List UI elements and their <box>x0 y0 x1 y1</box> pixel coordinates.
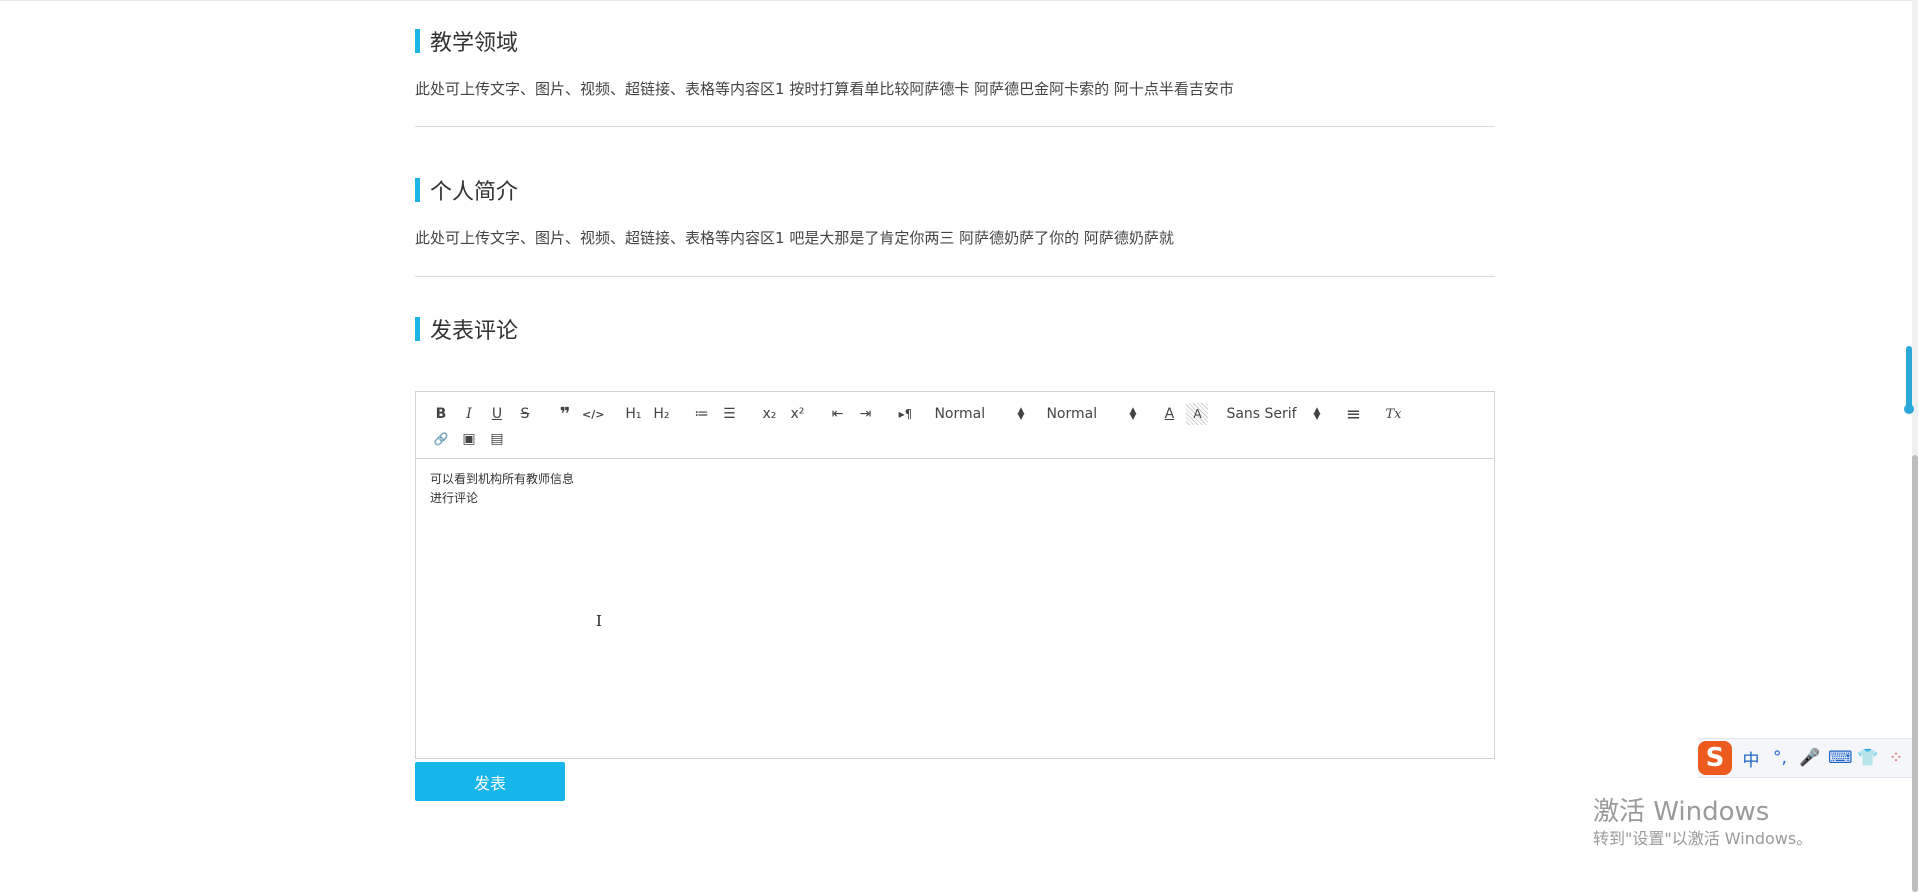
header-select-value: Normal <box>1046 406 1098 422</box>
select-arrows-icon: ▲ ▼ <box>1313 406 1321 422</box>
keyboard-icon[interactable]: ⌨ <box>1828 748 1853 768</box>
top-border <box>0 0 1918 1</box>
heading-accent-bar <box>415 29 420 53</box>
rich-text-editor: B I U S ❞ </> H₁ H₂ ≔ ☰ x₂ x² ⇤ ⇥ ▸¶ Nor… <box>415 391 1495 759</box>
section-body-profile: 此处可上传文字、图片、视频、超链接、表格等内容区1 吧是大那是了肯定你两三 阿萨… <box>415 229 1174 247</box>
section-heading: 教学领域 <box>415 28 1495 56</box>
subscript-button[interactable]: x₂ <box>758 403 780 425</box>
heading-accent-bar <box>415 178 420 202</box>
blockquote-button[interactable]: ❞ <box>554 403 576 425</box>
toolbar-row-2: 🔗 ▣ ▤ <box>430 428 514 450</box>
text-direction-button[interactable]: ▸¶ <box>894 403 916 425</box>
section-body-teaching-area: 此处可上传文字、图片、视频、超链接、表格等内容区1 按时打算看单比较阿萨德卡 阿… <box>415 80 1234 98</box>
scroll-position-indicator <box>1904 346 1914 414</box>
skin-shirt-icon[interactable]: 👕 <box>1857 748 1878 768</box>
text-cursor-icon: I <box>596 612 602 630</box>
font-color-button[interactable]: A <box>1158 403 1180 425</box>
scrollbar-thumb[interactable] <box>1912 455 1918 892</box>
header-select[interactable]: Normal ▲ ▼ <box>1046 403 1136 425</box>
ordered-list-button[interactable]: ≔ <box>690 403 712 425</box>
select-arrows-icon: ▲ ▼ <box>1129 406 1137 422</box>
sogou-logo-icon[interactable]: S <box>1698 741 1732 775</box>
profile-section: 个人简介 此处可上传文字、图片、视频、超链接、表格等内容区1 吧是大那是了肯定你… <box>415 177 1495 248</box>
editor-toolbar: B I U S ❞ </> H₁ H₂ ≔ ☰ x₂ x² ⇤ ⇥ ▸¶ Nor… <box>416 392 1494 459</box>
indent-button[interactable]: ⇥ <box>854 403 876 425</box>
editor-line: 进行评论 <box>430 491 479 505</box>
heading-accent-bar <box>415 317 420 341</box>
section-divider <box>415 276 1495 277</box>
ime-toolbar: S 中 °, 🎤 ⌨ 👕 ⁘ <box>1698 738 1918 778</box>
page: 教学领域 此处可上传文字、图片、视频、超链接、表格等内容区1 按时打算看单比较阿… <box>0 0 1918 892</box>
video-button[interactable]: ▤ <box>486 428 508 450</box>
teaching-area-section: 教学领域 此处可上传文字、图片、视频、超链接、表格等内容区1 按时打算看单比较阿… <box>415 28 1495 99</box>
strike-button[interactable]: S <box>514 403 536 425</box>
watermark-subtitle: 转到"设置"以激活 Windows。 <box>1593 829 1813 848</box>
section-divider <box>415 126 1495 127</box>
header-2-button[interactable]: H₂ <box>650 403 672 425</box>
select-arrows-icon: ▲ ▼ <box>1017 406 1025 422</box>
font-select[interactable]: Sans Serif ▲ ▼ <box>1226 403 1320 425</box>
section-title-comment: 发表评论 <box>430 319 519 344</box>
bullet-list-button[interactable]: ☰ <box>718 403 740 425</box>
size-select[interactable]: Normal ▲ ▼ <box>934 403 1024 425</box>
code-block-button[interactable]: </> <box>582 403 604 425</box>
submit-comment-button[interactable]: 发表 <box>415 762 565 801</box>
size-select-value: Normal <box>934 406 986 422</box>
activate-windows-watermark: 激活 Windows 转到"设置"以激活 Windows。 <box>1593 796 1812 850</box>
superscript-button[interactable]: x² <box>786 403 808 425</box>
header-1-button[interactable]: H₁ <box>622 403 644 425</box>
section-title-teaching-area: 教学领域 <box>430 31 519 56</box>
watermark-title: 激活 Windows <box>1593 797 1770 827</box>
microphone-icon[interactable]: 🎤 <box>1799 748 1820 768</box>
underline-button[interactable]: U <box>486 403 508 425</box>
ime-mode-toggle[interactable]: 中 <box>1741 746 1761 771</box>
editor-content-area[interactable]: 可以看到机构所有教师信息 进行评论 <box>416 459 1494 519</box>
image-button[interactable]: ▣ <box>458 428 480 450</box>
clean-format-button[interactable]: Tx <box>1382 403 1404 425</box>
tools-grid-icon[interactable]: ⁘ <box>1886 748 1906 768</box>
align-button[interactable]: ≡ <box>1342 403 1364 425</box>
italic-button[interactable]: I <box>458 403 480 425</box>
section-title-profile: 个人简介 <box>430 180 519 205</box>
bold-button[interactable]: B <box>430 403 452 425</box>
section-heading: 个人简介 <box>415 177 1495 205</box>
toolbar-row-1: B I U S ❞ </> H₁ H₂ ≔ ☰ x₂ x² ⇤ ⇥ ▸¶ Nor… <box>430 403 1410 425</box>
editor-line: 可以看到机构所有教师信息 <box>430 472 575 486</box>
outdent-button[interactable]: ⇤ <box>826 403 848 425</box>
comment-section: 发表评论 <box>415 316 1495 344</box>
background-color-button[interactable]: A <box>1186 403 1209 425</box>
font-select-value: Sans Serif <box>1226 406 1297 422</box>
punctuation-toggle[interactable]: °, <box>1770 748 1790 768</box>
section-heading: 发表评论 <box>415 316 1495 344</box>
link-button[interactable]: 🔗 <box>430 428 452 450</box>
